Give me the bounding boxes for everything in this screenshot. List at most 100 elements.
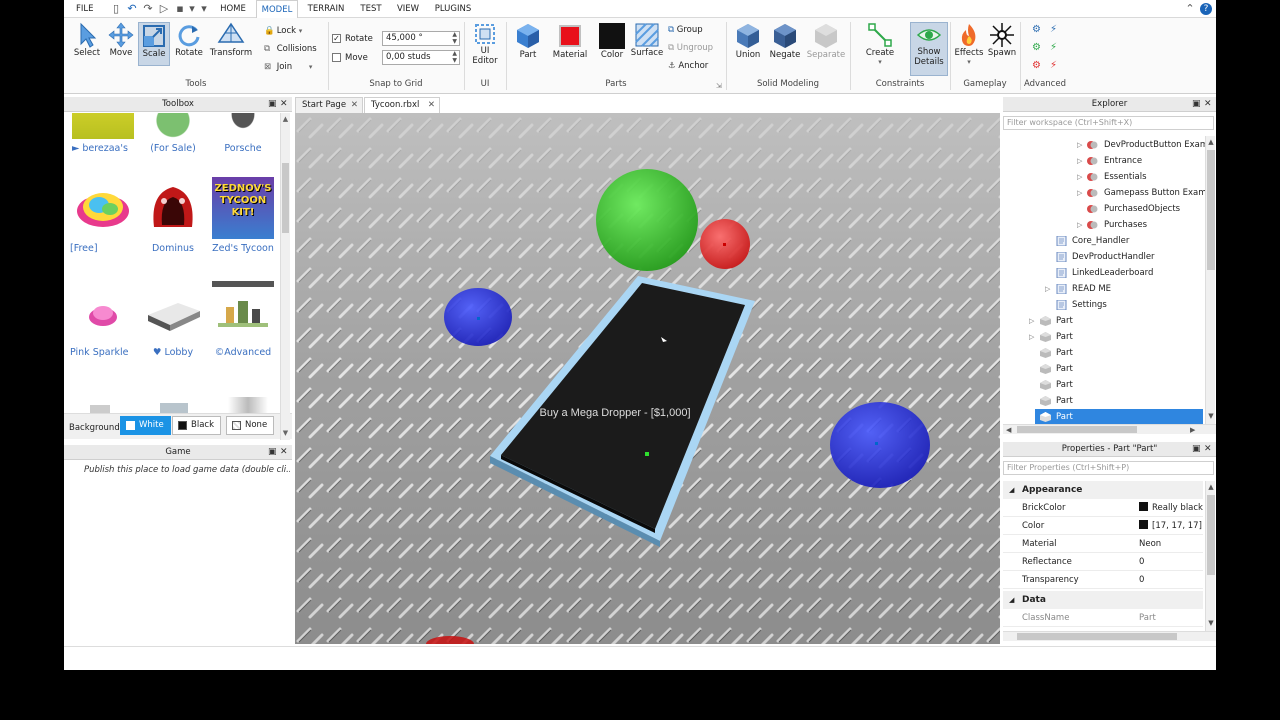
- scroll-right-icon[interactable]: ▶: [1190, 425, 1195, 435]
- scroll-thumb[interactable]: [1017, 426, 1137, 433]
- select-button[interactable]: Select: [70, 22, 104, 66]
- join-toggle[interactable]: ⊠ Join ▾: [264, 60, 312, 74]
- tree-item[interactable]: Settings: [1003, 297, 1203, 313]
- scroll-left-icon[interactable]: ◀: [1006, 425, 1011, 435]
- tree-item[interactable]: ▷ Entrance: [1003, 153, 1203, 169]
- create-constraint-button[interactable]: Create ▾: [862, 22, 898, 76]
- separate-button[interactable]: Separate: [804, 22, 848, 66]
- show-details-button[interactable]: Show Details: [910, 22, 948, 76]
- expand-arrow-icon[interactable]: ▷: [1029, 329, 1034, 345]
- tree-item[interactable]: ▷ DevProductButton Exam: [1003, 137, 1208, 153]
- toolbox-item[interactable]: [Free]: [68, 177, 138, 254]
- union-button[interactable]: Union: [730, 22, 766, 66]
- property-value[interactable]: [17, 17, 17]: [1139, 517, 1203, 535]
- toolbox-item[interactable]: ©Advanced: [208, 281, 278, 358]
- toolbox-item[interactable]: ► berezaa's: [68, 113, 138, 154]
- toolbox-item[interactable]: ZEDNOV'S TYCOON KIT! Zed's Tycoon: [208, 177, 278, 254]
- advanced-tool-icon[interactable]: ⚙: [1032, 24, 1041, 35]
- scroll-thumb[interactable]: [282, 163, 289, 233]
- expand-arrow-icon[interactable]: ▷: [1077, 169, 1082, 185]
- tree-item-selected[interactable]: Part: [1035, 409, 1203, 424]
- rotate-snap-input[interactable]: 45,000 ° ▲ ▼: [382, 31, 460, 46]
- tree-item[interactable]: ▷ READ ME: [1003, 281, 1203, 297]
- tab-plugins[interactable]: PLUGINS: [432, 0, 474, 18]
- properties-hscrollbar[interactable]: [1003, 631, 1216, 641]
- quick-access-dropdown-icon[interactable]: ▾: [186, 3, 198, 15]
- tab-start-page[interactable]: Start Page ✕: [295, 97, 363, 113]
- quick-access-icon[interactable]: ▪: [174, 3, 186, 15]
- explorer-dock-icon[interactable]: ▣: [1192, 97, 1201, 112]
- toolbox-item[interactable]: ♥ Lobby: [138, 281, 208, 358]
- spin-arrows-icon[interactable]: ▲ ▼: [452, 31, 457, 45]
- expand-arrow-icon[interactable]: ▷: [1077, 137, 1082, 153]
- expand-arrow-icon[interactable]: ▷: [1029, 313, 1034, 329]
- expand-arrow-icon[interactable]: ▷: [1077, 185, 1082, 201]
- lock-toggle[interactable]: 🔒 Lock ▾: [264, 24, 302, 38]
- tree-item[interactable]: Part: [1003, 393, 1203, 409]
- property-row[interactable]: Transparency 0: [1003, 571, 1203, 589]
- appearance-category[interactable]: ◢ Appearance: [1003, 481, 1203, 499]
- advanced-tool-icon[interactable]: ⚙: [1032, 42, 1041, 53]
- tree-item[interactable]: Part: [1003, 345, 1203, 361]
- scroll-down-icon[interactable]: ▼: [1206, 412, 1216, 420]
- new-file-icon[interactable]: ▯: [110, 3, 122, 15]
- background-black-button[interactable]: Black: [172, 416, 221, 435]
- collapse-arrow-icon[interactable]: ◢: [1009, 591, 1014, 609]
- toolbox-scrollbar[interactable]: ▲: [280, 113, 290, 413]
- tree-item[interactable]: Part: [1003, 361, 1203, 377]
- group-button[interactable]: ⧉ Group: [668, 23, 703, 37]
- parts-settings-icon[interactable]: ⇲: [716, 82, 722, 90]
- scroll-down-icon[interactable]: ▼: [1206, 619, 1216, 627]
- ui-editor-button[interactable]: UI Editor: [468, 22, 502, 78]
- tree-item[interactable]: PurchasedObjects: [1003, 201, 1203, 217]
- tab-view[interactable]: VIEW: [394, 0, 422, 18]
- tree-item[interactable]: Core_Handler: [1003, 233, 1203, 249]
- property-row[interactable]: BrickColor Really black: [1003, 499, 1203, 517]
- properties-filter-input[interactable]: Filter Properties (Ctrl+Shift+P): [1003, 461, 1214, 475]
- move-button[interactable]: Move: [104, 22, 138, 66]
- tab-tycoon[interactable]: Tycoon.rbxl ✕: [364, 97, 440, 113]
- property-row[interactable]: ClassName Part: [1003, 609, 1203, 627]
- scroll-up-icon[interactable]: ▲: [1206, 483, 1216, 491]
- ungroup-button[interactable]: ⧉ Ungroup: [668, 41, 713, 55]
- file-menu[interactable]: FILE: [76, 0, 98, 18]
- redo-icon[interactable]: ↷: [142, 3, 154, 15]
- undo-icon[interactable]: ↶: [126, 3, 138, 15]
- collapse-ribbon-icon[interactable]: ⌃: [1184, 3, 1196, 15]
- explorer-filter-input[interactable]: Filter workspace (Ctrl+Shift+X): [1003, 116, 1214, 130]
- transform-button[interactable]: Transform: [208, 22, 254, 66]
- explorer-scrollbar[interactable]: ▲ ▼: [1205, 136, 1215, 424]
- toolbox-item[interactable]: Dominus: [138, 177, 208, 254]
- advanced-tool-icon[interactable]: ⚡: [1050, 42, 1057, 53]
- play-icon[interactable]: ▷: [158, 3, 170, 15]
- property-row[interactable]: Material Neon: [1003, 535, 1203, 553]
- toolbox-item[interactable]: Pink Sparkle: [68, 281, 138, 358]
- advanced-tool-icon[interactable]: ⚙: [1032, 60, 1041, 71]
- game-publish-message[interactable]: Publish this place to load game data (do…: [84, 465, 290, 475]
- move-snap-checkbox[interactable]: Move: [332, 51, 368, 65]
- close-tab-icon[interactable]: ✕: [428, 98, 435, 113]
- expand-arrow-icon[interactable]: ▷: [1077, 217, 1082, 233]
- tree-item[interactable]: ▷ Part: [1003, 313, 1203, 329]
- properties-close-icon[interactable]: ✕: [1204, 442, 1212, 457]
- background-white-button[interactable]: White: [120, 416, 171, 435]
- tree-item[interactable]: ▷ Purchases: [1003, 217, 1203, 233]
- properties-scrollbar[interactable]: ▲ ▼: [1205, 481, 1215, 631]
- tree-item[interactable]: Part: [1003, 377, 1203, 393]
- background-none-button[interactable]: None: [226, 416, 275, 435]
- scroll-thumb[interactable]: [1017, 633, 1177, 640]
- game-dock-icon[interactable]: ▣: [268, 445, 277, 460]
- property-value[interactable]: Neon: [1139, 535, 1203, 553]
- explorer-hscrollbar[interactable]: ◀ ▶: [1003, 424, 1216, 434]
- data-category[interactable]: ◢ Data: [1003, 591, 1203, 609]
- advanced-tool-icon[interactable]: ⚡: [1050, 60, 1057, 71]
- spawn-button[interactable]: Spawn: [986, 22, 1018, 66]
- scale-button[interactable]: Scale: [138, 22, 170, 66]
- 3d-viewport[interactable]: Buy a Mega Dropper - [$1,000]: [295, 113, 1000, 644]
- property-value[interactable]: 0: [1139, 553, 1203, 571]
- property-value[interactable]: Really black: [1139, 499, 1203, 517]
- spin-arrows-icon[interactable]: ▲ ▼: [452, 50, 457, 64]
- toolbox-item[interactable]: (For Sale): [138, 113, 208, 154]
- properties-dock-icon[interactable]: ▣: [1192, 442, 1201, 457]
- customize-icon[interactable]: ▾: [198, 3, 210, 15]
